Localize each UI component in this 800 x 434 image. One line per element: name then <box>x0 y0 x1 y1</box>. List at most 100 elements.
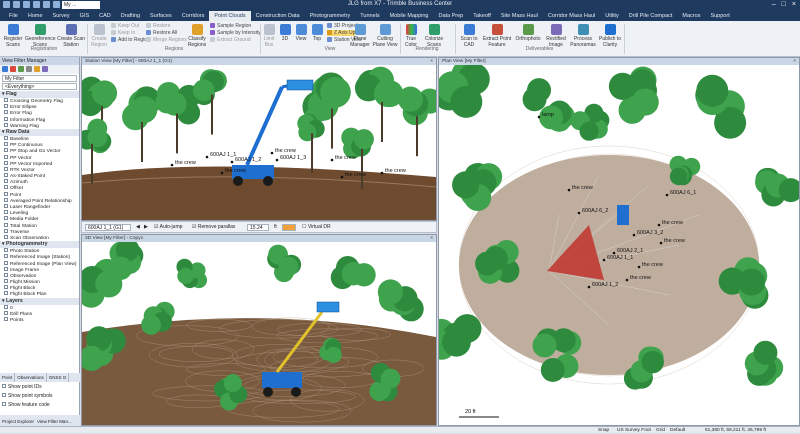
sample-by-intensity-button[interactable]: Sample by Intensity <box>210 30 261 36</box>
virtual-dr-checkbox[interactable]: ☐ Virtual DR <box>302 224 331 231</box>
menu-item-construction-data[interactable]: Construction Data <box>251 11 305 21</box>
rectified-image-button[interactable]: Rectified Image <box>544 24 568 48</box>
region-icon <box>93 24 105 35</box>
show-feature-code-checkbox[interactable]: Show feature code <box>2 402 50 409</box>
minimize-icon[interactable]: – <box>772 1 776 8</box>
menu-item-drafting[interactable]: Drafting <box>116 11 145 21</box>
view-3d-pane[interactable]: 3D View [My Filter] - Copy1 × <box>81 234 437 426</box>
close-pane-icon[interactable]: × <box>793 58 796 65</box>
cutting-plane-view-button[interactable]: Cutting Plane View <box>372 24 398 48</box>
filter-group-flag[interactable]: ▾ Flag <box>0 91 79 98</box>
menu-item-surfaces[interactable]: Surfaces <box>145 11 177 21</box>
restore-all-button[interactable]: Restore All <box>146 30 177 36</box>
menu-item-utility[interactable]: Utility <box>600 11 623 21</box>
highlight-icon[interactable] <box>34 66 40 72</box>
show-point-symbols-checkbox[interactable]: Show point symbols <box>2 393 52 400</box>
filter-item[interactable]: Referenced Image (Plan View) <box>0 260 79 267</box>
checkbox-icon <box>4 116 8 121</box>
tab-project-explorer[interactable]: Project Explorer <box>2 419 34 424</box>
settings-icon[interactable] <box>26 66 32 72</box>
menu-item-cad[interactable]: CAD <box>94 11 116 21</box>
color-picker[interactable] <box>282 224 296 231</box>
tab-point[interactable]: Point <box>0 373 16 382</box>
new-filter-icon[interactable] <box>2 66 8 72</box>
tree-canopy <box>325 346 342 363</box>
station-view-pane[interactable]: Station View [My Filter] - 600AJ 1_1 (G1… <box>81 57 437 221</box>
layers-icon[interactable] <box>42 66 48 72</box>
orthophoto-button[interactable]: Orthophoto <box>514 24 542 42</box>
plan-view-canvas[interactable]: lampthe crew600AJ 6_1600AJ 6_2the crewth… <box>439 65 799 425</box>
view-3d-canvas[interactable] <box>82 242 436 425</box>
filter-item[interactable]: Referenced Image (Station) <box>0 254 79 260</box>
scan-to-cad-button[interactable]: Scan to CAD <box>457 24 481 48</box>
menu-item-macros[interactable]: Macros <box>677 11 705 21</box>
filter-select[interactable]: My Filter <box>2 75 77 82</box>
limit-box-button[interactable]: Limit Box <box>262 24 276 48</box>
menu-item-data-prep[interactable]: Data Prep <box>433 11 468 21</box>
menu-item-mobile-mapping[interactable]: Mobile Mapping <box>385 11 434 21</box>
delete-filter-icon[interactable] <box>10 66 16 72</box>
menu-item-file[interactable]: File <box>4 11 23 21</box>
filter-group-layers[interactable]: ▾ Layers <box>0 297 79 305</box>
remove-parallax-checkbox[interactable]: ☑ Remove parallax <box>192 224 235 231</box>
colorize-scans-button[interactable]: Colorize Scans <box>422 24 446 48</box>
filter-item[interactable]: Points <box>0 317 79 323</box>
true-color-button[interactable]: True Color <box>402 24 420 48</box>
sample-region-button[interactable]: Sample Region <box>210 23 251 29</box>
filter-group-raw-data[interactable]: ▾ Raw Data <box>0 128 79 136</box>
next-station-icon[interactable]: ▶ <box>144 224 148 231</box>
tab-gnss[interactable]: GNSS O <box>47 373 70 382</box>
close-pane-icon[interactable]: × <box>430 235 433 242</box>
create-region-button[interactable]: Create Region <box>89 24 109 48</box>
tree-canopy <box>130 96 158 124</box>
menu-item-point-clouds[interactable]: Point Clouds <box>209 11 251 21</box>
menu-item-photogrammetry[interactable]: Photogrammetry <box>305 11 356 21</box>
extract-point-feature-button[interactable]: Extract Point Feature <box>482 24 512 48</box>
menu-item-tunnels[interactable]: Tunnels <box>355 11 384 21</box>
parallax-value-input[interactable]: 15.24 <box>247 224 269 231</box>
plan-view-pane[interactable]: Plan View [My Filter] × lamp the crew 600AJ… <box>438 57 800 426</box>
menu-item-corridor-mass-haul[interactable]: Corridor Mass Haul <box>543 11 600 21</box>
show-point-ids-checkbox[interactable]: Show point IDs <box>2 384 42 391</box>
register-scans-button[interactable]: Register Scans <box>2 24 24 48</box>
everything-select[interactable]: <Everything> <box>2 83 77 90</box>
georeference-scans-button[interactable]: Georeference Scans <box>25 24 56 48</box>
tab-view-filter-manager[interactable]: View Filter Man... <box>37 419 72 424</box>
keep-in-button[interactable]: Keep In <box>111 30 135 36</box>
tree-trunk <box>91 143 93 184</box>
filter-group-photogrammetry[interactable]: ▾ Photogrammetry <box>0 241 79 249</box>
copy-filter-icon[interactable] <box>18 66 24 72</box>
process-panoramas-button[interactable]: Process Panoramas <box>569 24 597 48</box>
view-3d-button[interactable]: 3D <box>278 24 292 42</box>
tab-observations[interactable]: Observations <box>15 373 47 382</box>
station-view-canvas[interactable]: 600AJ 1_1600AJ 1_2 600AJ 1_3the crewthe c… <box>82 65 436 220</box>
add-to-region-button[interactable]: Add to Region <box>111 37 150 43</box>
plane-manager-button[interactable]: Plane Manager <box>349 24 371 48</box>
checkbox-icon <box>4 148 8 153</box>
menu-item-drill-pile-compact[interactable]: Drill Pile Compact <box>624 11 678 21</box>
maximize-icon[interactable]: □ <box>782 1 786 8</box>
top-view-button[interactable]: Top <box>310 24 324 42</box>
keep-out-button[interactable]: Keep Out <box>111 23 139 29</box>
menu-item-corridors[interactable]: Corridors <box>177 11 210 21</box>
classify-regions-button[interactable]: Classify Regions <box>186 24 208 48</box>
publish-to-clarity-button[interactable]: Publish to Clarity <box>598 24 622 48</box>
tree-trunk <box>211 94 213 135</box>
close-icon[interactable]: × <box>792 1 796 8</box>
close-pane-icon[interactable]: × <box>430 58 433 65</box>
menu-item-home[interactable]: Home <box>23 11 48 21</box>
menu-item-site-mass-haul[interactable]: Site Mass Haul <box>496 11 543 21</box>
menu-item-gis[interactable]: GIS <box>75 11 94 21</box>
menu-item-support[interactable]: Support <box>705 11 734 21</box>
menu-item-takeoff[interactable]: Takeoff <box>468 11 496 21</box>
station-select[interactable]: 600AJ 1_1 (G1) <box>85 224 131 231</box>
menu-item-survey[interactable]: Survey <box>48 11 75 21</box>
create-scan-station-button[interactable]: Create Scan Station <box>57 24 85 48</box>
intensity-icon <box>210 30 215 35</box>
previous-station-icon[interactable]: ◀ <box>136 224 140 231</box>
view-button[interactable]: View <box>294 24 308 42</box>
merge-regions-button[interactable]: Merge Regions <box>146 37 187 43</box>
auto-jump-checkbox[interactable]: ☑ Auto-jump <box>154 224 182 231</box>
extract-ground-button[interactable]: Extract Ground <box>210 37 251 43</box>
restore-button[interactable]: Restore <box>146 23 171 29</box>
